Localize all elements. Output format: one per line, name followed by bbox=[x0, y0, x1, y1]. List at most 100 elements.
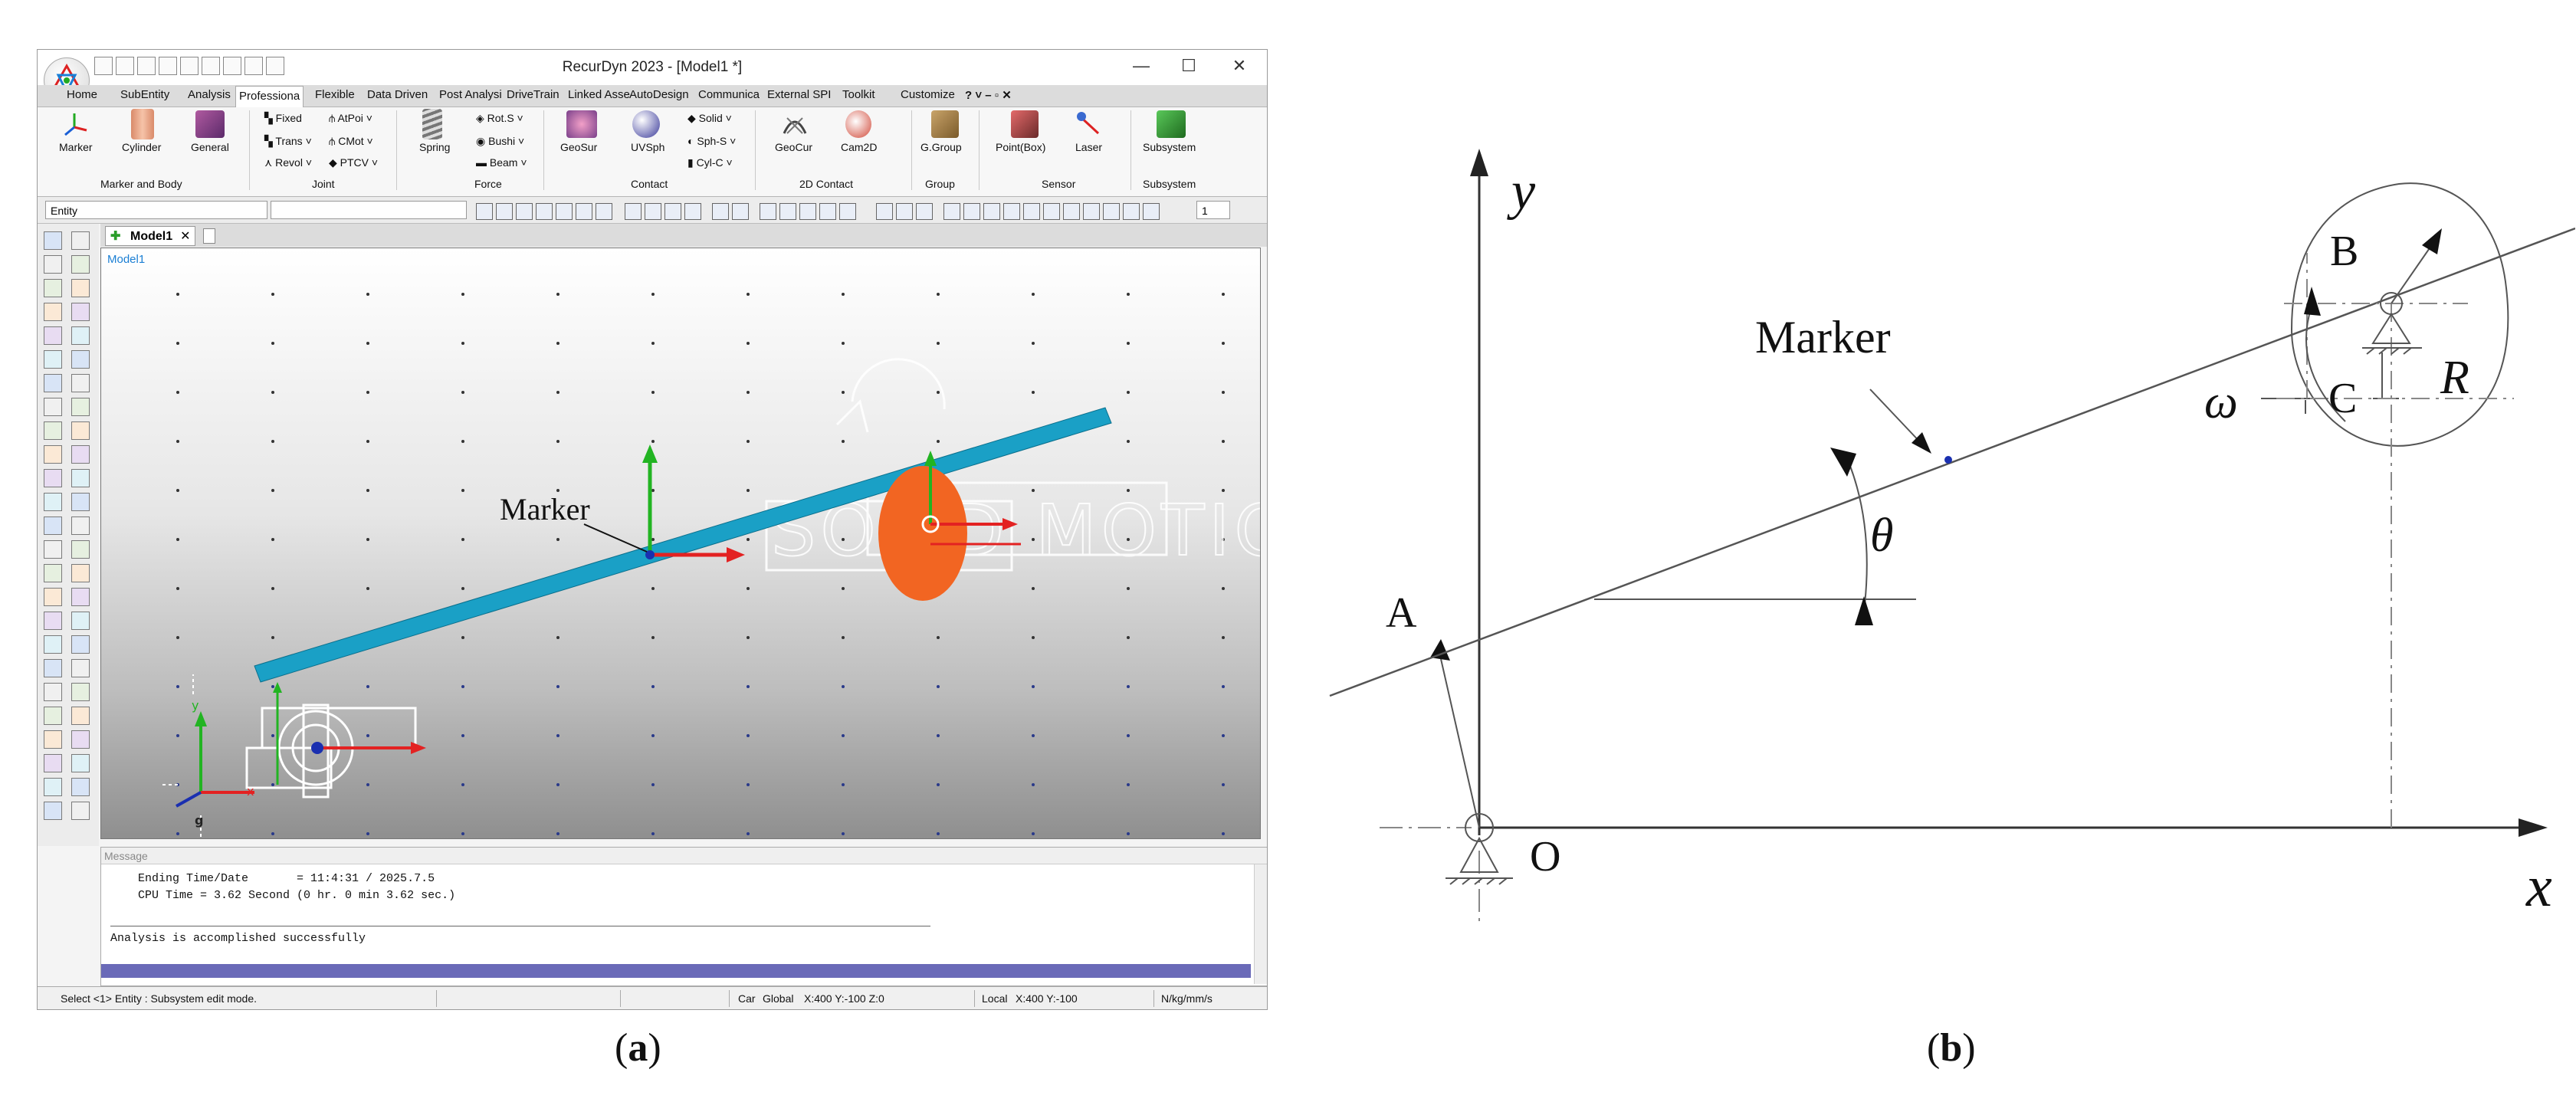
shading-icon[interactable] bbox=[1123, 203, 1140, 220]
tab-external-spi[interactable]: External SPI bbox=[767, 88, 831, 101]
display-icon[interactable] bbox=[712, 203, 729, 220]
subsystem-button[interactable]: Subsystem bbox=[1143, 141, 1196, 153]
tab-customize[interactable]: Customize bbox=[901, 88, 955, 101]
marker-button[interactable]: Marker bbox=[59, 141, 93, 153]
revolute-joint-button[interactable]: ⋏ Revol ˅ bbox=[264, 156, 312, 169]
shading-icon[interactable] bbox=[1003, 203, 1020, 220]
geosur-button[interactable]: GeoSur bbox=[560, 141, 597, 153]
left-toolbar-icon[interactable] bbox=[71, 493, 90, 511]
left-toolbar-icon[interactable] bbox=[71, 421, 90, 440]
left-toolbar-icon[interactable] bbox=[71, 635, 90, 654]
left-toolbar-icon[interactable] bbox=[44, 635, 62, 654]
left-toolbar-icon[interactable] bbox=[44, 540, 62, 559]
left-toolbar-icon[interactable] bbox=[71, 588, 90, 606]
translational-joint-button[interactable]: ▚ Trans ˅ bbox=[264, 135, 312, 148]
model-viewport[interactable]: Model1 SOLID MOTION bbox=[100, 248, 1261, 839]
entity-name-combobox[interactable] bbox=[271, 201, 467, 219]
cylinder-icon[interactable] bbox=[131, 109, 154, 139]
left-toolbar-icon[interactable] bbox=[44, 421, 62, 440]
shading-icon[interactable] bbox=[1103, 203, 1120, 220]
left-toolbar-icon[interactable] bbox=[71, 469, 90, 487]
tab-subentity[interactable]: SubEntity bbox=[120, 88, 169, 101]
spring-icon[interactable] bbox=[422, 109, 442, 139]
new-doc-tab-icon[interactable] bbox=[203, 228, 215, 244]
entity-combobox[interactable]: Entity bbox=[45, 201, 267, 219]
cylinder-button[interactable]: Cylinder bbox=[122, 141, 161, 153]
shading-icon[interactable] bbox=[963, 203, 980, 220]
geocurve-icon[interactable] bbox=[781, 110, 809, 138]
zoom-icon[interactable] bbox=[596, 203, 612, 220]
shading-icon[interactable] bbox=[1043, 203, 1060, 220]
minimize-button[interactable]: — bbox=[1126, 56, 1157, 76]
tab-analysis[interactable]: Analysis bbox=[188, 88, 231, 101]
left-toolbar-icon[interactable] bbox=[44, 445, 62, 464]
left-toolbar-icon[interactable] bbox=[44, 778, 62, 796]
left-toolbar-icon[interactable] bbox=[71, 374, 90, 392]
display-icon[interactable] bbox=[839, 203, 856, 220]
left-toolbar-icon[interactable] bbox=[44, 279, 62, 297]
left-toolbar-icon[interactable] bbox=[71, 683, 90, 701]
close-tab-icon[interactable]: ✕ bbox=[180, 230, 190, 243]
tab-autodesign[interactable]: AutoDesign bbox=[629, 88, 689, 101]
cmotion-joint-button[interactable]: ⫛ CMot ˅ bbox=[329, 135, 373, 148]
shading-icon[interactable] bbox=[1023, 203, 1040, 220]
cam-body[interactable] bbox=[878, 466, 967, 601]
solid-contact-button[interactable]: ◆ Solid ˅ bbox=[687, 112, 732, 125]
left-toolbar-icon[interactable] bbox=[44, 683, 62, 701]
shading-icon[interactable] bbox=[1083, 203, 1100, 220]
display-icon[interactable] bbox=[779, 203, 796, 220]
pivot-joint[interactable] bbox=[245, 703, 417, 799]
rotational-spring-button[interactable]: ◈ Rot.S ˅ bbox=[476, 112, 523, 125]
left-toolbar-icon[interactable] bbox=[44, 493, 62, 511]
tab-data-driven[interactable]: Data Driven bbox=[367, 88, 428, 101]
left-toolbar-icon[interactable] bbox=[44, 802, 62, 820]
grid-icon[interactable] bbox=[876, 203, 893, 220]
zoom-icon[interactable] bbox=[576, 203, 592, 220]
left-toolbar-icon[interactable] bbox=[44, 469, 62, 487]
render-icon[interactable] bbox=[645, 203, 661, 220]
shading-icon[interactable] bbox=[943, 203, 960, 220]
left-toolbar-icon[interactable] bbox=[71, 517, 90, 535]
view-tool-icon[interactable] bbox=[476, 203, 493, 220]
maximize-button[interactable]: ☐ bbox=[1173, 56, 1204, 76]
left-toolbar-icon[interactable] bbox=[44, 326, 62, 345]
display-icon[interactable] bbox=[819, 203, 836, 220]
uvsph-button[interactable]: UVSph bbox=[631, 141, 665, 153]
shading-icon[interactable] bbox=[1063, 203, 1080, 220]
count-combobox[interactable]: 1 bbox=[1196, 201, 1230, 219]
left-toolbar-icon[interactable] bbox=[71, 659, 90, 677]
message-scrollbar[interactable] bbox=[1254, 864, 1267, 984]
cam2d-button[interactable]: Cam2D bbox=[841, 141, 877, 153]
laser-sensor-icon[interactable] bbox=[1075, 110, 1103, 138]
left-toolbar-icon[interactable] bbox=[71, 540, 90, 559]
subsystem-icon[interactable] bbox=[1157, 110, 1186, 138]
left-toolbar-icon[interactable] bbox=[44, 374, 62, 392]
left-toolbar-icon[interactable] bbox=[44, 398, 62, 416]
geosurface-contact-icon[interactable] bbox=[566, 110, 597, 138]
uvsphere-contact-icon[interactable] bbox=[632, 110, 660, 138]
ptcv-joint-button[interactable]: ◆ PTCV ˅ bbox=[329, 156, 378, 169]
display-icon[interactable] bbox=[732, 203, 749, 220]
left-toolbar-icon[interactable] bbox=[71, 707, 90, 725]
grid-icon[interactable] bbox=[916, 203, 933, 220]
left-toolbar-icon[interactable] bbox=[71, 398, 90, 416]
render-icon[interactable] bbox=[684, 203, 701, 220]
marker-icon[interactable] bbox=[61, 110, 88, 138]
left-toolbar-icon[interactable] bbox=[44, 588, 62, 606]
render-icon[interactable] bbox=[665, 203, 681, 220]
left-toolbar-icon[interactable] bbox=[71, 279, 90, 297]
tab-toolkit[interactable]: Toolkit bbox=[842, 88, 875, 101]
left-toolbar-icon[interactable] bbox=[44, 730, 62, 749]
tab-communication[interactable]: Communica bbox=[698, 88, 760, 101]
display-icon[interactable] bbox=[760, 203, 776, 220]
geocur-button[interactable]: GeoCur bbox=[775, 141, 812, 153]
laser-button[interactable]: Laser bbox=[1075, 141, 1102, 153]
render-icon[interactable] bbox=[625, 203, 642, 220]
spring-button[interactable]: Spring bbox=[419, 141, 450, 153]
left-toolbar-icon[interactable] bbox=[44, 754, 62, 772]
left-toolbar-icon[interactable] bbox=[71, 445, 90, 464]
grid-icon[interactable] bbox=[896, 203, 913, 220]
general-button[interactable]: General bbox=[191, 141, 229, 153]
group-icon[interactable] bbox=[931, 110, 959, 138]
shading-icon[interactable] bbox=[1143, 203, 1160, 220]
